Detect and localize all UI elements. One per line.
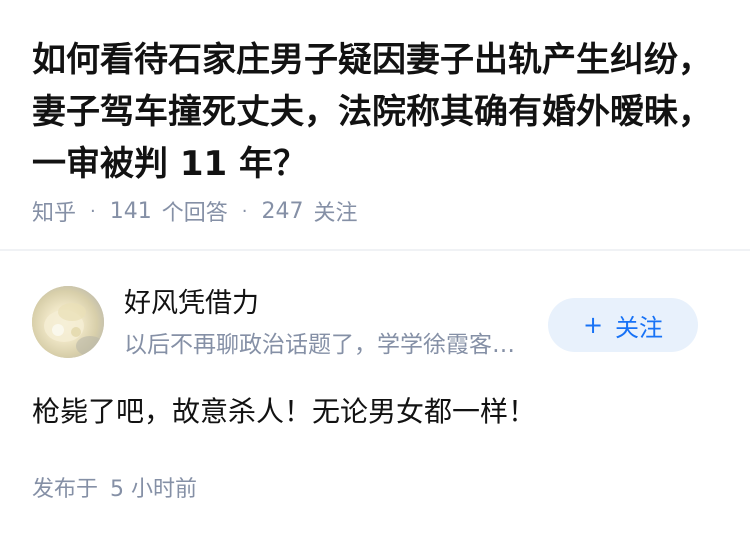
- question-header[interactable]: 如何看待石家庄男子疑因妻子出轨产生纠纷，妻子驾车撞死丈夫，法院称其确有婚外暧昧，…: [0, 0, 750, 247]
- section-divider: [0, 249, 750, 251]
- published-prefix: 发布于: [32, 477, 99, 502]
- question-meta: 知乎 · 141 个回答 · 247 关注: [32, 194, 358, 228]
- answer-count-label: 个回答: [161, 201, 228, 226]
- author-bio: 以后不再聊政治话题了，学学徐霞客去，寄情于山水之间: [124, 332, 536, 358]
- answer-meta: 发布于 5 小时前: [32, 474, 197, 506]
- answer-content[interactable]: 枪毙了吧，故意杀人！无论男女都一样！: [32, 392, 722, 432]
- question-title[interactable]: 如何看待石家庄男子疑因妻子出轨产生纠纷，妻子驾车撞死丈夫，法院称其确有婚外暧昧，…: [32, 34, 722, 190]
- plus-icon: +: [582, 311, 604, 339]
- answer-count: 141: [109, 198, 152, 224]
- author-avatar[interactable]: [32, 286, 104, 358]
- author-name[interactable]: 好风凭借力: [124, 286, 259, 322]
- meta-separator: ·: [90, 200, 96, 222]
- follower-count: 247: [261, 198, 304, 224]
- follow-button[interactable]: + 关注: [548, 298, 698, 352]
- follow-button-label: 关注: [615, 313, 664, 342]
- source-label[interactable]: 知乎: [32, 195, 76, 227]
- answer-page: 如何看待石家庄男子疑因妻子出轨产生纠纷，妻子驾车撞死丈夫，法院称其确有婚外暧昧，…: [0, 0, 750, 540]
- published-time: 5 小时前: [110, 477, 198, 502]
- meta-separator: ·: [241, 200, 248, 222]
- avatar-image: [32, 286, 104, 358]
- follower-count-label: 关注: [313, 201, 358, 226]
